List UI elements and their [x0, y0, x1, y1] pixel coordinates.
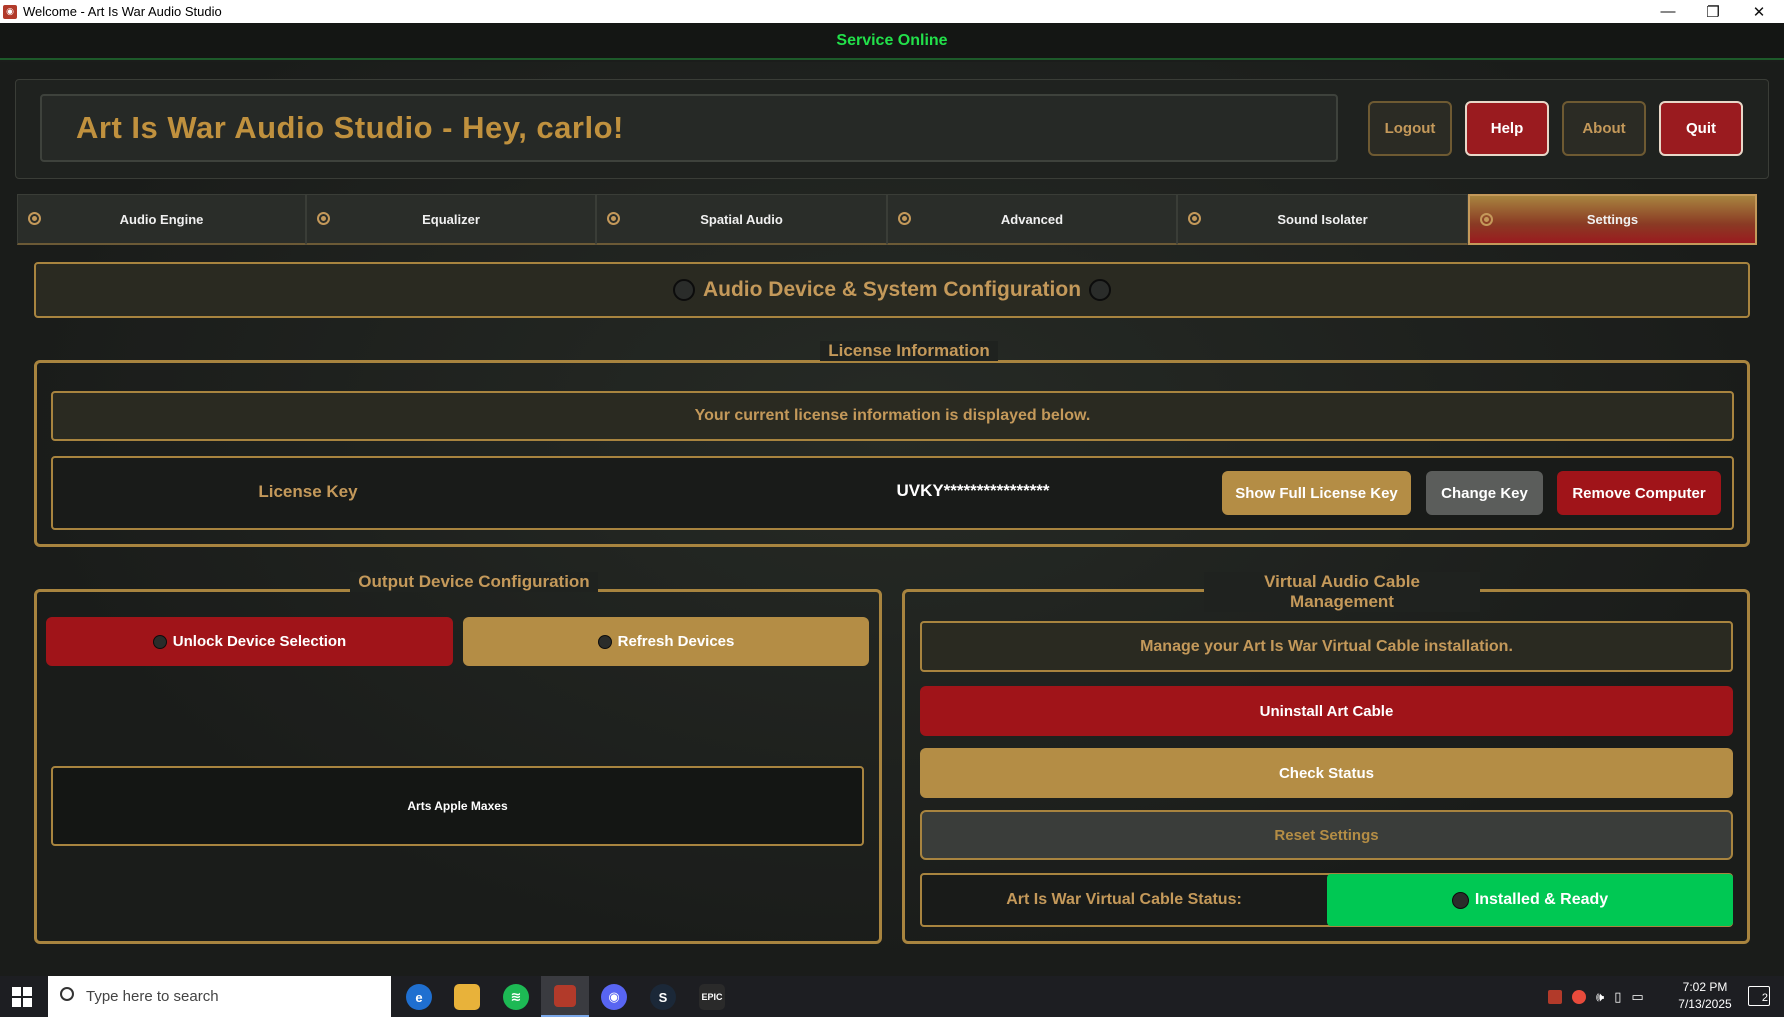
search-placeholder: Type here to search	[86, 988, 219, 1005]
restore-icon[interactable]: ❐	[1690, 0, 1736, 23]
tab-spatial-audio[interactable]: Spatial Audio	[596, 194, 887, 245]
selected-device-item[interactable]: Arts Apple Maxes	[51, 766, 864, 846]
tab-label: Spatial Audio	[700, 211, 783, 227]
logout-button[interactable]: Logout	[1368, 101, 1452, 156]
indicator-icon	[1451, 891, 1469, 909]
app-icon: ◉	[3, 4, 17, 19]
show-full-license-key-button[interactable]: Show Full License Key	[1222, 471, 1411, 515]
about-button[interactable]: About	[1562, 101, 1646, 156]
speaker-icon[interactable]: 🕪	[1596, 989, 1604, 1005]
section-title: Audio Device & System Configuration	[702, 278, 1082, 301]
tab-label: Settings	[1586, 212, 1639, 227]
reset-settings-button[interactable]: Reset Settings	[920, 810, 1733, 860]
radio-icon	[28, 212, 41, 225]
license-key-value: UVKY****************	[896, 481, 1050, 500]
license-key-label: License Key	[258, 482, 358, 501]
license-info-bar: Your current license information is disp…	[51, 391, 1734, 441]
tray-app-icon[interactable]	[1548, 989, 1562, 1004]
refresh-devices-label: Refresh Devices	[617, 633, 735, 650]
tab-audio-engine[interactable]: Audio Engine	[17, 194, 306, 245]
cable-status-value: Installed & Ready	[1474, 891, 1609, 908]
search-icon	[60, 987, 74, 1001]
license-info-text: Your current license information is disp…	[694, 407, 1091, 424]
selected-device-label: Arts Apple Maxes	[407, 799, 508, 813]
tab-label: Sound Isolater	[1277, 211, 1368, 227]
indicator-icon	[152, 634, 167, 649]
service-status-bar: Service Online	[0, 23, 1784, 60]
indicator-icon	[672, 279, 695, 301]
clock-time: 7:02 PM	[1682, 980, 1728, 994]
tab-advanced[interactable]: Advanced	[887, 194, 1177, 245]
tab-equalizer[interactable]: Equalizer	[306, 194, 596, 245]
steam-icon[interactable]: S	[650, 984, 676, 1010]
header-title: Art Is War Audio Studio - Hey, carlo!	[40, 94, 1338, 162]
service-status-text: Service Online	[836, 31, 948, 49]
radio-icon	[607, 212, 620, 225]
clock-date: 7/13/2025	[1678, 997, 1732, 1011]
remove-computer-button[interactable]: Remove Computer	[1557, 471, 1721, 515]
taskbar: Type here to search e ≋ ◉ S EPIC 🕪 ▯ ▭ 7…	[0, 976, 1784, 1017]
virtual-cable-info-text: Manage your Art Is War Virtual Cable ins…	[1140, 637, 1513, 655]
art-is-war-app-icon	[554, 985, 576, 1007]
radio-icon	[1480, 213, 1493, 226]
minimize-icon[interactable]: —	[1645, 0, 1691, 23]
tab-settings[interactable]: Settings	[1468, 194, 1757, 245]
check-status-button[interactable]: Check Status	[920, 748, 1733, 798]
close-icon[interactable]: ✕	[1736, 0, 1782, 23]
spotify-icon[interactable]: ≋	[503, 984, 529, 1010]
cable-status-badge: Installed & Ready	[1327, 874, 1733, 926]
tab-label: Audio Engine	[119, 211, 204, 227]
epic-games-icon[interactable]: EPIC	[699, 984, 725, 1010]
help-button[interactable]: Help	[1465, 101, 1549, 156]
unlock-device-selection-button[interactable]: Unlock Device Selection	[46, 617, 453, 666]
output-device-group-title: Output Device Configuration	[350, 572, 598, 592]
window-titlebar: ◉ Welcome - Art Is War Audio Studio — ❐ …	[0, 0, 1784, 23]
tab-label: Equalizer	[422, 211, 480, 227]
taskbar-active-app[interactable]	[541, 976, 589, 1017]
change-key-button[interactable]: Change Key	[1426, 471, 1543, 515]
discord-icon[interactable]: ◉	[601, 984, 627, 1010]
indicator-icon	[1089, 279, 1112, 301]
virtual-cable-group-title: Virtual Audio Cable Management	[1204, 572, 1480, 612]
windows-start-icon[interactable]	[12, 987, 32, 1007]
radio-icon	[898, 212, 911, 225]
tab-sound-isolater[interactable]: Sound Isolater	[1177, 194, 1468, 245]
system-tray: 🕪 ▯ ▭	[1548, 976, 1656, 1017]
refresh-devices-button[interactable]: Refresh Devices	[463, 617, 869, 666]
network-icon[interactable]: ▭	[1631, 989, 1643, 1005]
cable-status-label: Art Is War Virtual Cable Status:	[1006, 891, 1242, 908]
notification-count: 2	[1761, 992, 1768, 1004]
quit-button[interactable]: Quit	[1659, 101, 1743, 156]
radio-icon	[317, 212, 330, 225]
radio-icon	[1188, 212, 1201, 225]
file-explorer-icon[interactable]	[454, 984, 480, 1010]
indicator-icon	[597, 634, 612, 649]
chrome-icon[interactable]	[1572, 989, 1586, 1004]
taskbar-clock[interactable]: 7:02 PM 7/13/2025	[1665, 979, 1745, 1013]
edge-icon[interactable]: e	[406, 984, 432, 1010]
unlock-device-selection-label: Unlock Device Selection	[172, 633, 347, 650]
taskbar-search-box[interactable]: Type here to search	[48, 976, 391, 1017]
virtual-cable-info-bar: Manage your Art Is War Virtual Cable ins…	[920, 621, 1733, 672]
uninstall-art-cable-button[interactable]: Uninstall Art Cable	[920, 686, 1733, 736]
usb-icon[interactable]: ▯	[1614, 989, 1621, 1005]
window-title: Welcome - Art Is War Audio Studio	[23, 4, 222, 19]
notification-icon[interactable]: 2	[1748, 986, 1770, 1006]
section-title-banner: Audio Device & System Configuration	[34, 262, 1750, 318]
tab-label: Advanced	[1000, 211, 1064, 227]
header-title-text: Art Is War Audio Studio - Hey, carlo!	[76, 110, 624, 145]
license-group-title: License Information	[820, 341, 998, 361]
